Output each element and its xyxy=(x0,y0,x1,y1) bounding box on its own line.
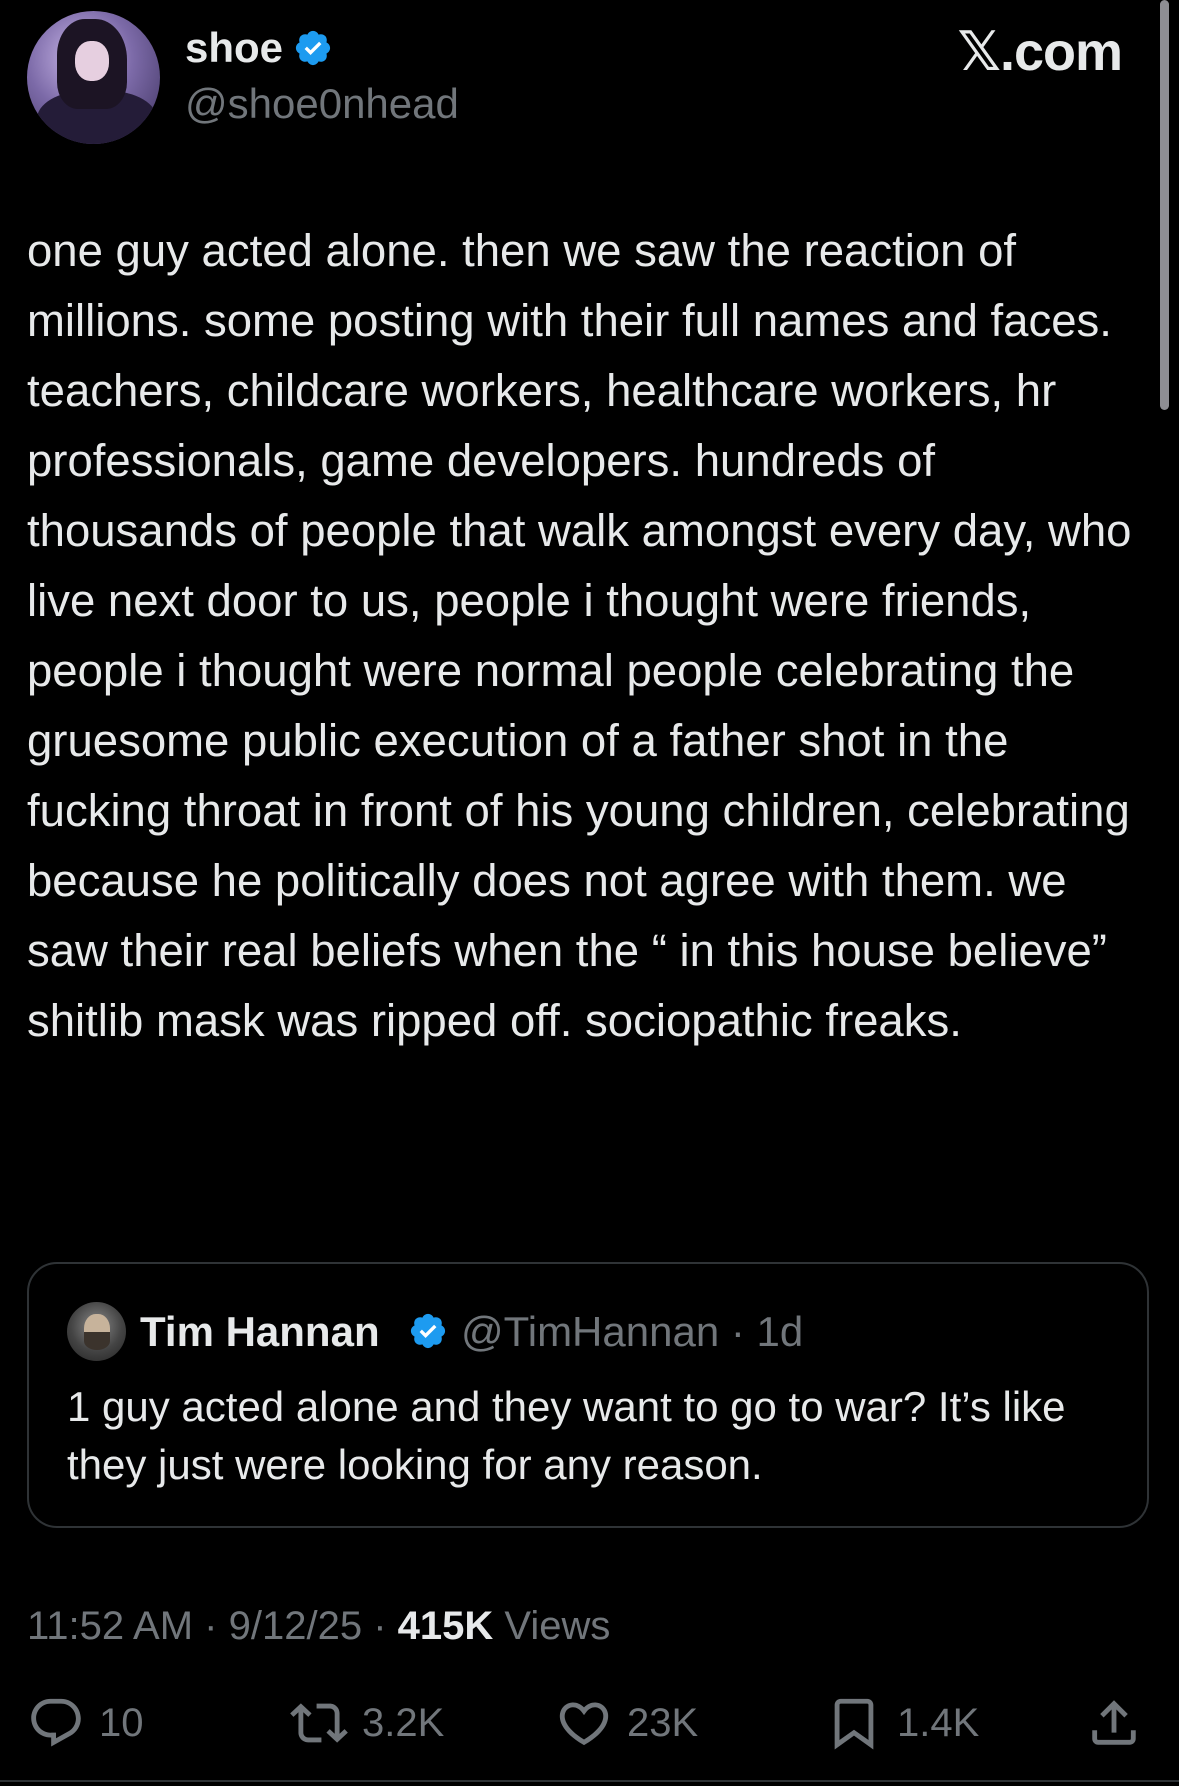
verified-badge-icon xyxy=(295,30,331,66)
tweet-text: one guy acted alone. then we saw the rea… xyxy=(27,225,1145,1046)
tweet-date[interactable]: 9/12/25 xyxy=(229,1604,362,1648)
retweet-button[interactable]: 3.2K xyxy=(290,1694,444,1752)
reply-count: 10 xyxy=(99,1700,144,1745)
bottom-divider xyxy=(0,1780,1179,1782)
timestamp-separator: · xyxy=(373,1604,387,1648)
quoted-author-handle[interactable]: @TimHannan xyxy=(461,1308,719,1355)
quoted-verified-badge-icon xyxy=(410,1313,446,1349)
bookmark-button[interactable]: 1.4K xyxy=(825,1694,979,1752)
views-label: Views xyxy=(504,1604,611,1648)
avatar-face xyxy=(75,41,109,81)
bookmark-icon xyxy=(834,1698,874,1750)
reply-icon xyxy=(31,1698,81,1747)
tweet-time[interactable]: 11:52 AM xyxy=(27,1604,193,1648)
author-display-name-row[interactable]: shoe xyxy=(185,24,333,72)
share-icon xyxy=(1092,1700,1136,1745)
bookmark-count: 1.4K xyxy=(897,1700,980,1745)
timestamp-separator: · xyxy=(204,1604,218,1648)
reply-button[interactable]: 10 xyxy=(27,1694,144,1752)
views-count: 415K xyxy=(397,1604,494,1648)
quoted-meta-separator: · xyxy=(730,1308,745,1355)
quoted-avatar-beard xyxy=(84,1332,110,1350)
like-count: 23K xyxy=(627,1700,699,1745)
author-handle[interactable]: @shoe0nhead xyxy=(185,80,459,128)
quoted-author-name[interactable]: Tim Hannan xyxy=(140,1308,380,1356)
quoted-tweet-age[interactable]: 1d xyxy=(757,1308,804,1355)
share-button[interactable] xyxy=(1085,1694,1143,1752)
x-logo: 𝕏.com xyxy=(957,22,1123,82)
like-button[interactable]: 23K xyxy=(555,1694,698,1752)
quoted-tweet-card[interactable]: Tim Hannan @TimHannan · 1d 1 guy acted a… xyxy=(27,1262,1149,1528)
author-avatar[interactable] xyxy=(27,11,160,144)
quoted-tweet-text: 1 guy acted alone and they want to go to… xyxy=(67,1383,1066,1488)
tweet-action-bar: 10 3.2K 23K 1.4K xyxy=(0,1694,1179,1764)
retweet-count: 3.2K xyxy=(362,1700,445,1745)
author-display-name[interactable]: shoe xyxy=(185,24,283,72)
heart-icon xyxy=(559,1702,609,1746)
tweet-timestamp-row: 11:52 AM · 9/12/25 · 415K Views xyxy=(27,1604,610,1649)
retweet-icon xyxy=(290,1703,348,1743)
quoted-author-avatar[interactable] xyxy=(67,1302,126,1361)
scrollbar[interactable] xyxy=(1160,0,1169,410)
quoted-tweet-meta: @TimHannan · 1d xyxy=(461,1308,803,1356)
